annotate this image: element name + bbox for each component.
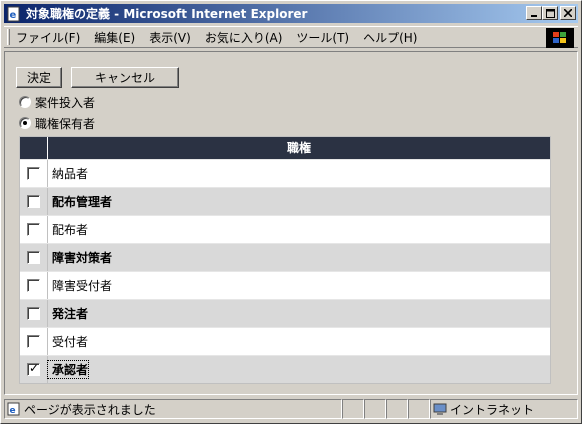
radio-authority-holder[interactable]: 職権保有者	[19, 115, 95, 131]
ok-button[interactable]: 決定	[16, 67, 62, 88]
row-checkbox[interactable]	[27, 307, 40, 320]
svg-text:e: e	[10, 406, 16, 416]
row-checkbox[interactable]	[27, 279, 40, 292]
ie-page-icon: e	[6, 6, 22, 22]
status-bar: e ページが表示されました イントラネット	[4, 399, 578, 419]
table-row[interactable]: 配布管理者	[20, 187, 550, 215]
table-row[interactable]: 障害対策者	[20, 243, 550, 271]
cancel-button[interactable]: キャンセル	[71, 67, 179, 88]
minimize-icon	[531, 15, 537, 17]
row-checkbox[interactable]	[27, 251, 40, 264]
maximize-icon	[545, 8, 555, 18]
menu-bar: ファイル(F) 編集(E) 表示(V) お気に入り(A) ツール(T) ヘルプ(…	[4, 26, 578, 48]
column-header-authority: 職権	[286, 141, 311, 155]
page-content: 決定 キャンセル 案件投入者 職権保有者 職権 納品者 配布管理者 配布者 障害…	[4, 51, 578, 395]
table-row[interactable]: 受付者	[20, 327, 550, 355]
row-checkbox[interactable]	[27, 167, 40, 180]
row-label: 受付者	[52, 335, 89, 349]
row-checkbox[interactable]	[27, 195, 40, 208]
status-panel-blank	[386, 399, 408, 419]
row-checkbox[interactable]	[27, 361, 40, 376]
radio-label: 職権保有者	[35, 116, 96, 131]
status-message-panel: e ページが表示されました	[4, 399, 342, 419]
maximize-button[interactable]	[542, 6, 558, 20]
status-panel-blank	[364, 399, 386, 419]
close-icon	[564, 9, 572, 17]
window-controls	[526, 6, 576, 20]
status-panel-blank	[342, 399, 364, 419]
row-label: 発注者	[52, 307, 89, 321]
row-label: 納品者	[52, 167, 89, 181]
toolbar-grip[interactable]	[7, 29, 10, 45]
menu-view[interactable]: 表示(V)	[149, 29, 191, 46]
menu-file[interactable]: ファイル(F)	[16, 29, 80, 46]
row-label: 承認者	[46, 360, 90, 379]
row-label: 配布者	[52, 223, 89, 237]
table-row[interactable]: 発注者	[20, 299, 550, 327]
menu-edit[interactable]: 編集(E)	[94, 29, 135, 46]
table-row[interactable]: 納品者	[20, 159, 550, 187]
radio-case-submitter[interactable]: 案件投入者	[19, 94, 95, 110]
table-row[interactable]: 障害受付者	[20, 271, 550, 299]
browser-window: e 対象職権の定義 - Microsoft Internet Explorer …	[0, 0, 582, 424]
close-button[interactable]	[560, 6, 576, 20]
menu-favorites[interactable]: お気に入り(A)	[205, 29, 283, 46]
row-label: 障害受付者	[52, 279, 113, 293]
minimize-button[interactable]	[526, 6, 542, 20]
radio-label: 案件投入者	[35, 95, 96, 110]
status-message: ページが表示されました	[24, 402, 156, 417]
radio-button[interactable]	[19, 96, 31, 108]
table-row[interactable]: 配布者	[20, 215, 550, 243]
title-bar[interactable]: e 対象職権の定義 - Microsoft Internet Explorer	[4, 4, 578, 23]
menu-help[interactable]: ヘルプ(H)	[363, 29, 417, 46]
table-header: 職権	[20, 137, 550, 159]
intranet-icon	[433, 402, 447, 416]
window-title: 対象職権の定義 - Microsoft Internet Explorer	[26, 7, 308, 21]
table-row[interactable]: 承認者	[20, 355, 550, 383]
menu-tools[interactable]: ツール(T)	[296, 29, 349, 46]
checkbox-column-header	[20, 137, 48, 159]
row-checkbox[interactable]	[27, 223, 40, 236]
row-label: 障害対策者	[52, 251, 113, 265]
security-zone-label: イントラネット	[450, 402, 535, 417]
page-done-icon: e	[7, 402, 21, 416]
windows-logo-icon	[546, 28, 574, 48]
row-checkbox[interactable]	[27, 335, 40, 348]
radio-button[interactable]	[19, 117, 31, 129]
authority-table: 職権 納品者 配布管理者 配布者 障害対策者 障害受付者 発注者 受付者 ✓ 承…	[19, 136, 551, 384]
security-zone-panel: イントラネット	[430, 399, 578, 419]
svg-text:e: e	[10, 10, 17, 21]
row-label: 配布管理者	[52, 195, 113, 209]
status-panel-blank	[408, 399, 430, 419]
